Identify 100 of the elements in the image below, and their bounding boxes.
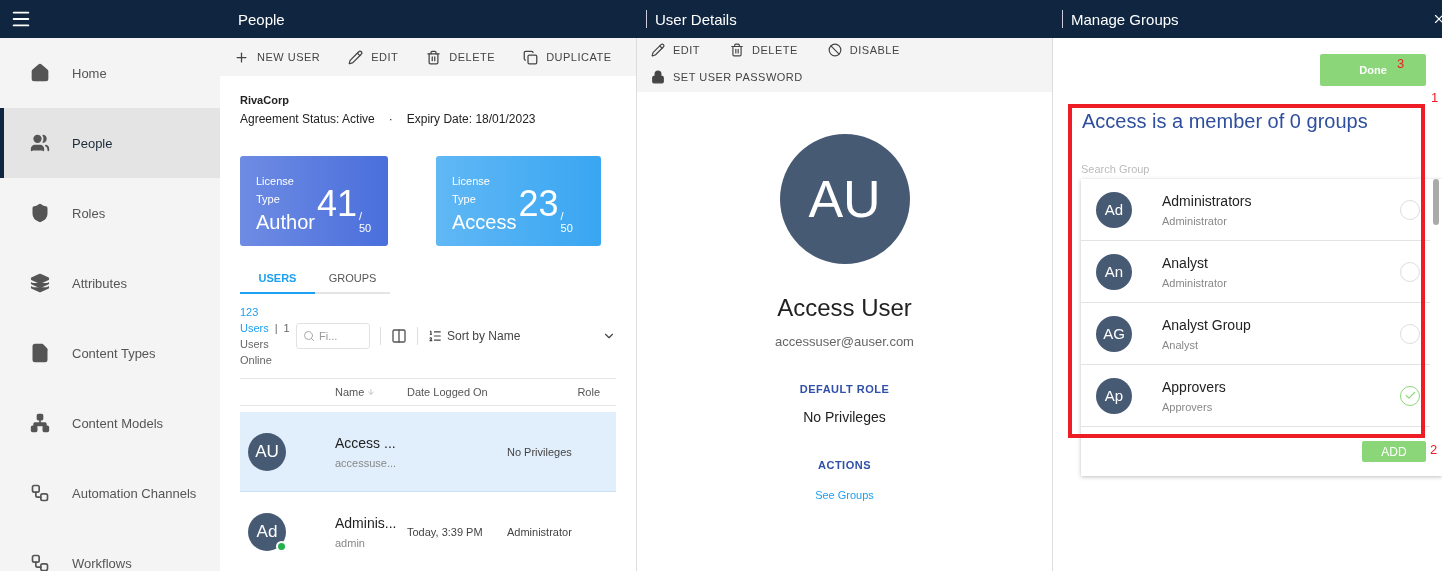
date-logged-on: Today, 3:39 PM [407,525,484,538]
sidebar-item[interactable]: Automation Channels [0,458,220,528]
toolbar-button[interactable]: DELETE [730,38,798,62]
filter-field[interactable]: Fi... [296,323,370,349]
sidebar-item[interactable]: Attributes [0,248,220,318]
plus-icon [234,49,249,65]
group-avatar: Ap [1096,377,1132,414]
sidebar-item[interactable]: Content Models [0,388,220,458]
toolbar-button[interactable]: DISABLE [827,38,900,62]
scrollbar[interactable] [1433,179,1439,225]
workflow-icon [30,553,50,571]
network-icon [30,413,50,433]
group-row[interactable]: An Analyst Administrator [1081,241,1430,303]
set-password-button[interactable]: SET USER PASSWORD [651,62,803,92]
used-count: 23 [518,186,559,222]
card-caption: Type [256,193,281,205]
group-role: Administrator [1162,276,1228,289]
lock-icon [651,70,665,84]
group-row[interactable]: AG Analyst Group Analyst [1081,303,1430,365]
section-label: ACTIONS [818,459,871,471]
license-type: Access [452,211,517,234]
pencil-icon [651,43,665,57]
user-name: Adminis... [335,514,398,531]
columns-icon[interactable] [391,328,407,344]
user-count-label: Users [240,321,269,336]
user-row[interactable]: AU Access ... accessuse... No Privileges [240,412,616,492]
tab[interactable]: GROUPS [315,272,390,294]
group-name: Approvers [1162,378,1227,395]
user-avatar: Ad [248,512,286,551]
shield-icon [30,203,50,223]
card-caption: License [452,175,491,187]
expiry-date: Expiry Date: 18/01/2023 [406,112,536,126]
user-name: Access ... [335,434,397,451]
user-avatar: AU [779,134,910,264]
column-header[interactable]: Date Logged On [407,386,507,398]
card-caption: License [256,175,295,187]
user-name: Access User [777,294,912,322]
group-row[interactable]: Ap Approvers Approvers [1081,365,1430,427]
slash: / [560,210,564,222]
search-icon [303,330,315,342]
trash-icon [426,49,442,65]
sidebar-item[interactable]: Workflows [0,528,220,571]
pencil-icon [348,49,364,65]
toolbar-button[interactable]: DELETE [426,38,496,76]
column-header[interactable]: Name [335,386,407,398]
user-email: accessuse... [335,456,398,469]
sort-dropdown[interactable]: Sort by Name [428,329,616,343]
sort-arrow-icon [367,388,376,396]
home-icon [30,63,50,83]
membership-heading: Access is a member of 0 groups [1082,110,1369,133]
stat-divider: | [274,321,278,336]
toolbar-button[interactable]: EDIT [651,38,701,62]
sort-icon [428,329,442,343]
trash-icon [730,43,745,57]
callout-number: 1 [1431,90,1439,105]
layers-icon [30,273,50,293]
group-avatar: Ad [1096,191,1132,228]
user-email: accessuser@auser.com [775,334,914,349]
workflow-icon [30,483,50,503]
toolbar-button[interactable]: DUPLICATE [523,38,612,76]
separator-dot: · [388,112,393,126]
sidebar-item[interactable]: Content Types [0,318,220,388]
company-name: RivaCorp [240,94,290,106]
group-role: Approvers [1162,400,1214,413]
agreement-status: Agreement Status: Active [240,112,375,126]
slash: / [359,210,363,222]
ban-icon [827,43,842,57]
group-row[interactable]: Ad Administrators Administrator [1081,179,1430,241]
total-count: 50 [359,222,372,234]
column-header[interactable]: Role [507,386,616,398]
sidebar-item[interactable]: People [0,108,220,178]
panel-title: People [237,10,285,28]
user-role: Administrator [507,525,573,538]
sidebar-item[interactable]: Home [0,38,220,108]
online-count: 1 [283,321,290,336]
group-name: Analyst [1162,254,1209,271]
group-name: Analyst Group [1162,316,1252,333]
copy-icon [523,49,539,65]
group-avatar: AG [1096,315,1132,352]
document-icon [30,343,50,363]
panel-title: Manage Groups [1070,10,1179,28]
toolbar-button[interactable]: EDIT [348,38,399,76]
used-count: 41 [316,186,357,222]
user-count: 123 [240,305,260,320]
check-icon [1403,389,1417,402]
user-avatar: AU [248,432,286,471]
group-avatar: An [1096,253,1132,290]
people-icon [30,133,50,153]
total-count: 50 [560,222,573,234]
card-caption: Type [452,193,477,205]
sidebar-item[interactable]: Roles [0,178,220,248]
user-email: admin [335,536,366,549]
online-label: Users Online [240,337,273,368]
group-name: Administrators [1162,192,1253,209]
section-label: DEFAULT ROLE [799,383,890,395]
close-icon[interactable] [1432,12,1442,26]
toolbar-button[interactable]: NEW USER [234,38,321,76]
callout-number: 2 [1430,442,1438,457]
user-role: No Privileges [507,445,573,458]
panel-title: User Details [654,10,737,28]
